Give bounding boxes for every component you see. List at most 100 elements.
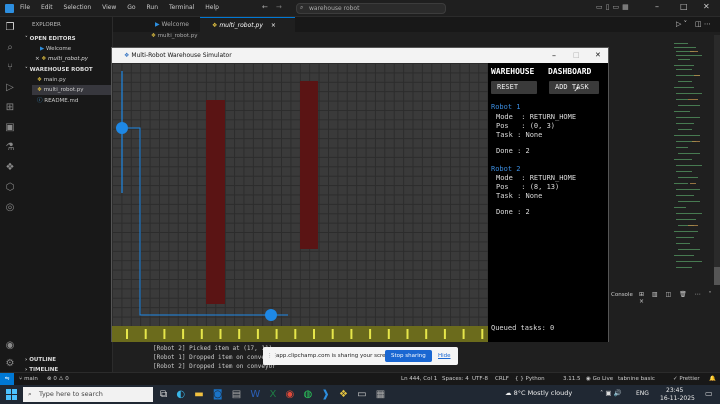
maximize-icon[interactable]: □ [680,2,688,11]
menu-selection[interactable]: Selection [64,4,92,11]
project-header[interactable]: ˅ WAREHOUSE ROBOT [25,65,93,75]
open-editor-multi-robot[interactable]: × ❖ multi_robot.py [35,54,88,64]
explorer-title: EXPLORER [32,22,61,28]
conveyor-marker [369,329,372,339]
vscode-taskbar-icon[interactable]: ❱ [321,389,329,400]
menu-file[interactable]: File [20,4,30,11]
conveyor-marker [350,329,353,339]
conveyor-marker [425,329,428,339]
python-taskbar-icon[interactable]: ❖ [339,389,348,400]
python-icon[interactable]: ❖ [0,157,20,177]
file-readme[interactable]: ⓘ README.md [37,96,78,106]
command-search-input[interactable]: ⌕ warehouse robot [296,3,446,14]
robot-1-name: Robot 1 [491,103,521,111]
copilot-icon[interactable]: ◎ [0,197,20,217]
console-line: [Robot 2] Picked item at (17, 11) [153,345,273,352]
stop-sharing-button[interactable]: Stop sharing [385,350,432,362]
testing-icon[interactable]: ⚗ [0,137,20,157]
panel-actions-icons[interactable]: ⊞ ▥ ◫ 🗑 ⋯ ˄ × [639,291,720,305]
store-icon[interactable]: ▤ [232,389,241,400]
taskbar-search-input[interactable]: ⌕ Type here to search [23,387,153,402]
file-multi-robot-py[interactable]: ❖ multi_robot.py [32,85,112,95]
hide-link[interactable]: Hide [438,347,451,365]
simulator-window: ❖ Multi-Robot Warehouse Simulator – □ ✕ … [111,47,609,342]
system-tray-icons[interactable]: ˄ ▣ 🔊 [600,389,622,397]
reset-button[interactable]: RESET [491,81,537,94]
conveyor-marker [462,329,465,339]
weather-widget[interactable]: ☁ 8°C Mostly cloudy [505,389,572,397]
edge-icon[interactable]: ◐ [176,389,185,400]
clock-time[interactable]: 23:45 [666,387,683,394]
back-arrow-icon[interactable]: ← [262,3,268,11]
notification-center-icon[interactable]: ▭ [705,389,713,398]
word-icon[interactable]: W [250,389,260,400]
robot-1-route [122,127,270,316]
robot-1-task: Task : None [496,131,543,139]
input-language[interactable]: ENG [636,390,649,397]
close-icon[interactable]: ✕ [703,2,710,11]
whatsapp-icon[interactable]: ◍ [303,389,312,400]
split-editor-icon[interactable]: ◫ ⋯ [695,20,711,28]
file-main-py[interactable]: ❖ main.py [37,75,66,85]
extensions-icon[interactable]: ⊞ [0,97,20,117]
app-icon[interactable]: ▦ [376,389,385,400]
robot-1 [116,122,128,134]
minimap[interactable] [668,35,720,285]
task-view-icon[interactable]: ⧉ [160,389,167,400]
title-bar: File Edit Selection View Go Run Terminal… [0,0,720,17]
vscode-file-icon: ▶ [155,21,160,28]
menu-run[interactable]: Run [147,4,159,11]
clock-date[interactable]: 16-11-2025 [660,395,695,402]
source-control-icon[interactable]: ⑂ [0,57,20,77]
file-explorer-icon[interactable]: ▬ [194,389,203,400]
python-file-icon: ❖ [151,33,156,39]
close-tab-icon[interactable]: × [271,22,276,29]
explorer-sidebar: EXPLORER ˅ OPEN EDITORS ▶ Welcome × ❖ mu… [20,17,113,373]
screen-share-bar: ⋮⋮ app.clipchamp.com is sharing your scr… [263,347,458,365]
explorer-icon[interactable]: ❐ [0,17,20,37]
minimize-icon[interactable]: – [655,2,659,11]
menu-help[interactable]: Help [205,4,219,11]
python-file-icon: ❖ [37,87,42,93]
layout-icons[interactable]: ▭▯▭▦ [596,3,632,11]
tab-multi-robot[interactable]: ❖ multi_robot.py × [200,17,295,32]
mouse-cursor-icon: ➚ [574,85,579,94]
remote-icon[interactable]: ▣ [0,117,20,137]
run-debug-icon[interactable]: ▷ [0,77,20,97]
outline-header[interactable]: › OUTLINE [25,355,56,365]
breadcrumb[interactable]: ❖ multi_robot.py [151,33,198,39]
run-icon[interactable]: ▷ ˅ [676,20,687,28]
robot-2-pos: Pos : (8, 13) [496,183,560,191]
shelf-rack [206,100,225,304]
terminal-icon[interactable]: ▭ [357,389,366,400]
conveyor-marker [294,329,297,339]
console-label[interactable]: Console [611,292,633,298]
simulator-title: Multi-Robot Warehouse Simulator [131,52,232,59]
conveyor-marker [200,329,203,339]
windows-start-icon[interactable] [6,389,17,400]
menu-view[interactable]: View [102,4,116,11]
sim-maximize-icon[interactable]: □ [573,48,580,63]
python-file-icon: ❖ [37,77,42,83]
chrome-icon[interactable]: ◉ [286,389,295,400]
forward-arrow-icon[interactable]: → [276,3,282,11]
settings-gear-icon[interactable]: ⚙ [0,353,20,373]
menu-go[interactable]: Go [127,4,135,11]
excel-icon[interactable]: X [270,389,277,400]
docker-icon[interactable]: ⬡ [0,177,20,197]
dashboard-title-right: DASHBOARD [548,67,592,76]
search-icon[interactable]: ⌕ [0,37,20,57]
queued-tasks: Queued tasks: 0 [491,324,555,332]
outlook-icon[interactable]: ◙ [213,389,223,400]
vscode-file-icon: ▶ [40,46,45,52]
open-editor-welcome[interactable]: ▶ Welcome [40,44,71,54]
remote-indicator-icon[interactable]: ⇋ [0,373,14,385]
sim-close-icon[interactable]: ✕ [595,48,601,63]
account-icon[interactable]: ◉ [0,335,20,355]
menu-terminal[interactable]: Terminal [169,4,194,11]
open-editors-header[interactable]: ˅ OPEN EDITORS [25,34,76,44]
menu-edit[interactable]: Edit [41,4,53,11]
sim-minimize-icon[interactable]: – [552,48,556,63]
robot-1-done: Done : 2 [496,147,530,155]
robot-1-pos: Pos : (0, 3) [496,122,556,130]
